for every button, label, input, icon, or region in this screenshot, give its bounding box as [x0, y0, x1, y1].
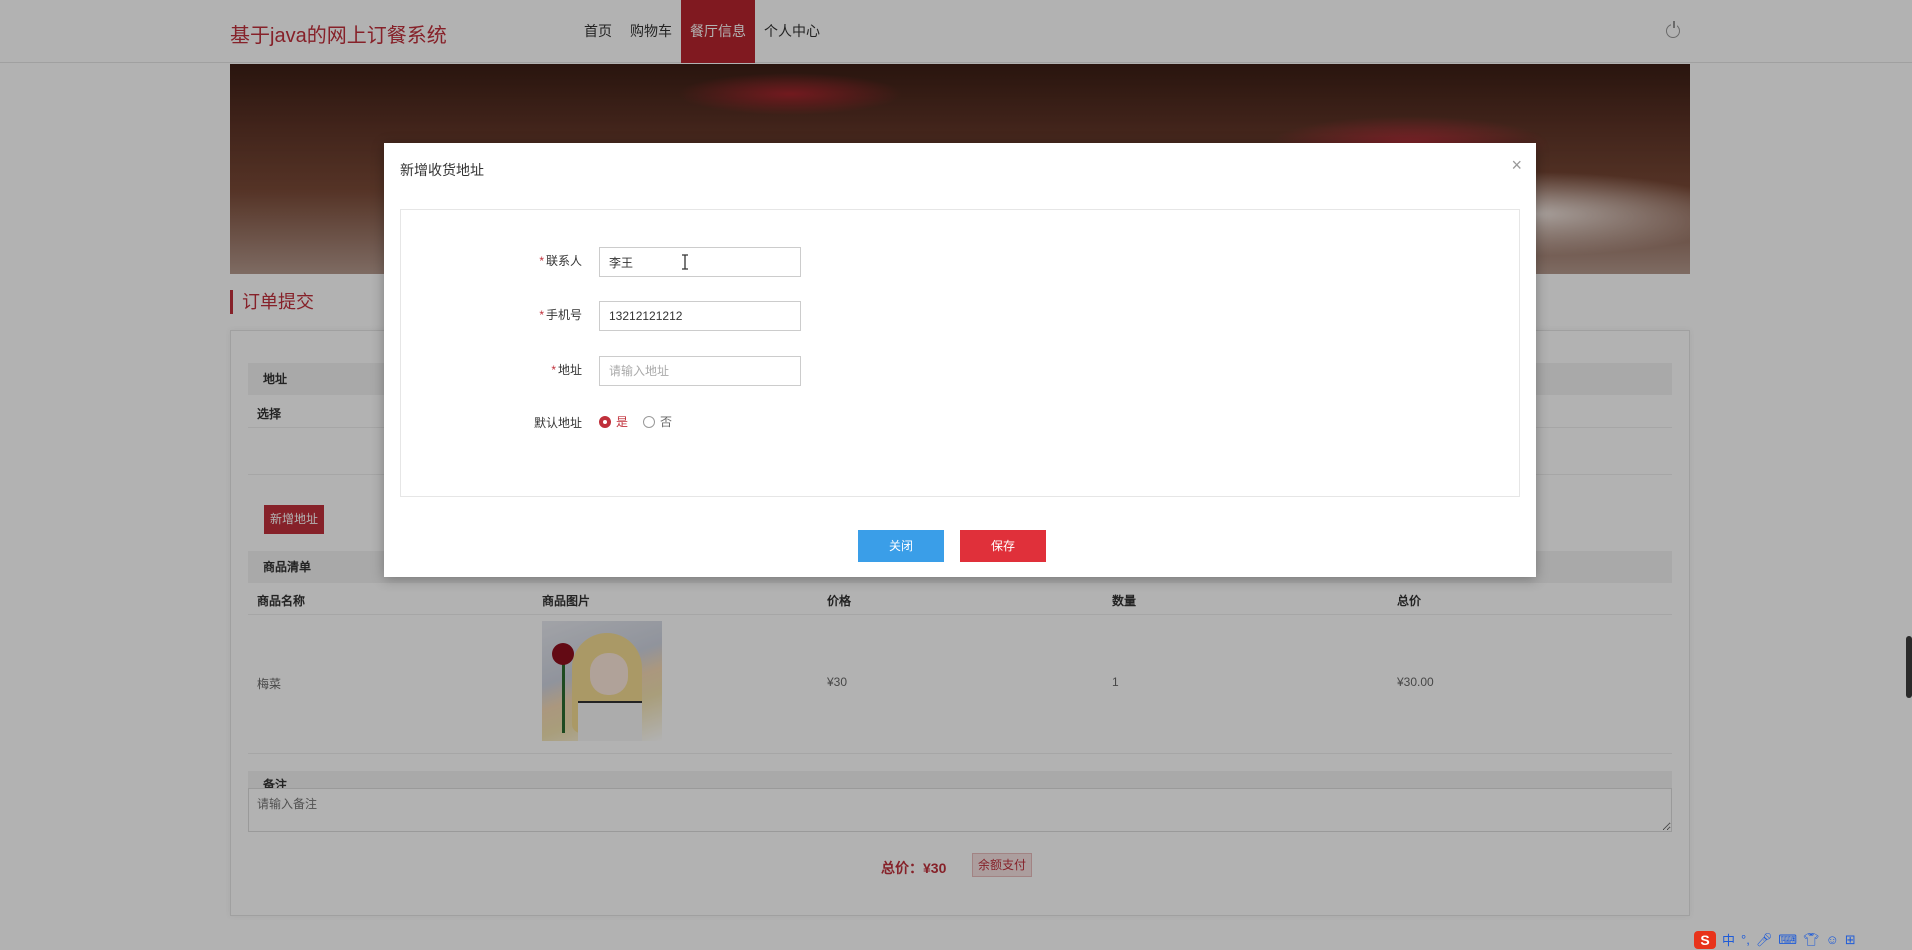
- ime-toolbar: S 中 °, 🎤︎ ⌨ 👕︎ ☺ ⊞: [1694, 929, 1856, 950]
- radio-checked-icon: [599, 415, 611, 428]
- required-mark: *: [551, 363, 556, 377]
- phone-input[interactable]: [599, 301, 801, 331]
- required-mark: *: [539, 254, 544, 268]
- text-cursor-icon: [682, 254, 688, 270]
- address-label: * 地址: [551, 363, 582, 377]
- close-button[interactable]: 关闭: [858, 530, 944, 562]
- grid-icon[interactable]: ⊞: [1845, 932, 1856, 948]
- dialog-form: *联系人 *手机号 *地址 默认地址 是 否: [400, 209, 1520, 497]
- default-no-radio[interactable]: 否: [643, 413, 672, 430]
- contact-label: * 联系人: [539, 254, 582, 268]
- save-button[interactable]: 保存: [960, 530, 1046, 562]
- robot-icon[interactable]: ☺: [1826, 932, 1839, 947]
- keyboard-icon[interactable]: ⌨: [1778, 932, 1797, 948]
- punctuation-icon[interactable]: °,: [1741, 932, 1750, 947]
- radio-unchecked-icon: [643, 415, 655, 428]
- add-address-dialog: 新增收货地址 × *联系人 *手机号 *地址 默认地址 是 否 关闭 保存: [384, 143, 1536, 577]
- ime-mode[interactable]: 中: [1722, 930, 1735, 949]
- address-input[interactable]: [599, 356, 801, 386]
- close-icon[interactable]: ×: [1511, 155, 1522, 176]
- required-mark: *: [539, 308, 544, 322]
- microphone-icon[interactable]: 🎤︎: [1756, 932, 1773, 948]
- dialog-title: 新增收货地址: [400, 162, 484, 178]
- contact-input[interactable]: [599, 247, 801, 277]
- phone-label: * 手机号: [539, 308, 582, 322]
- scrollbar-thumb[interactable]: [1906, 636, 1912, 698]
- ime-logo-icon[interactable]: S: [1694, 930, 1716, 949]
- default-yes-radio[interactable]: 是: [599, 413, 628, 430]
- default-label: 默认地址: [533, 416, 582, 430]
- skin-icon[interactable]: 👕︎: [1803, 932, 1820, 948]
